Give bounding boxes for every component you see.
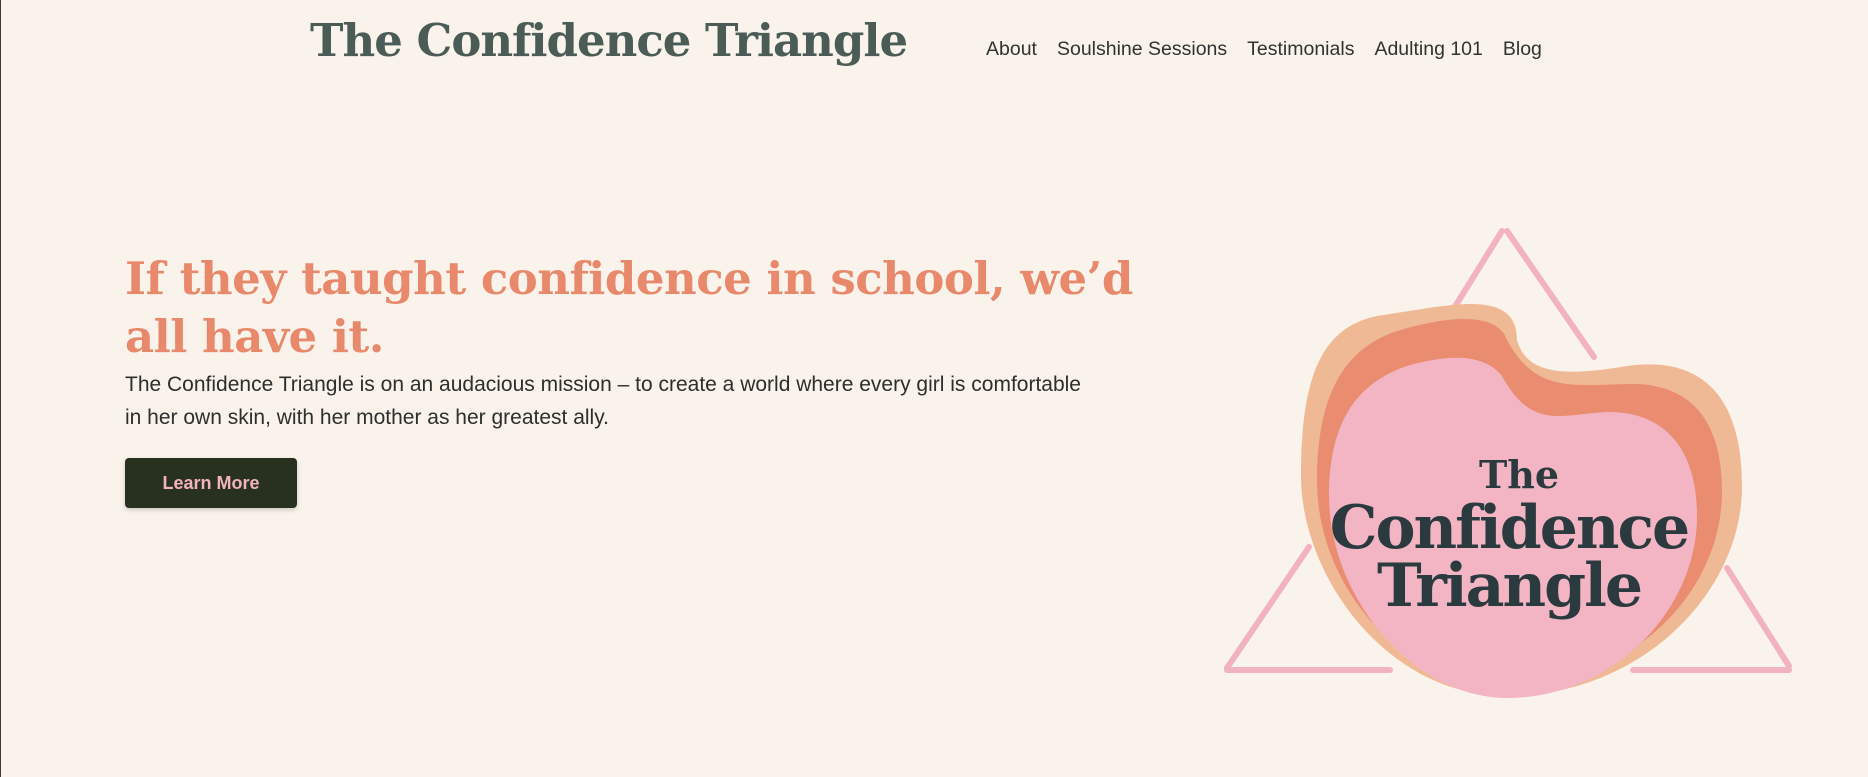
- nav-item-about[interactable]: About: [986, 38, 1037, 61]
- main-nav: About Soulshine Sessions Testimonials Ad…: [986, 38, 1562, 61]
- nav-item-blog[interactable]: Blog: [1503, 38, 1542, 61]
- hero-description: The Confidence Triangle is on an audacio…: [125, 373, 1081, 429]
- hero-headline: If they taught confidence in school, we’…: [125, 252, 1133, 363]
- learn-more-button[interactable]: Learn More: [125, 458, 297, 508]
- site-title[interactable]: The Confidence Triangle: [310, 14, 908, 67]
- nav-item-testimonials[interactable]: Testimonials: [1247, 38, 1354, 61]
- logo-line-1: The: [1479, 452, 1559, 497]
- nav-item-soulshine-sessions[interactable]: Soulshine Sessions: [1057, 38, 1227, 61]
- nav-item-adulting-101[interactable]: Adulting 101: [1374, 38, 1482, 61]
- confidence-triangle-logo: The Confidence Triangle: [1224, 228, 1792, 698]
- logo-line-3: Triangle: [1377, 551, 1641, 621]
